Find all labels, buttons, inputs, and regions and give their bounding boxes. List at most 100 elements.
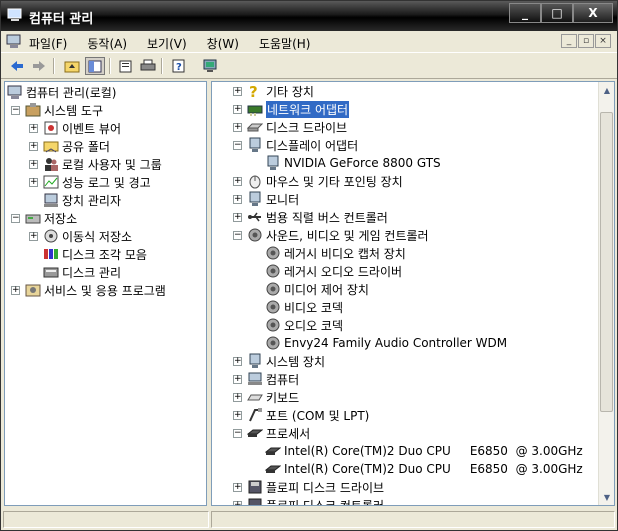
expand-performance-logs-toggle[interactable]: + — [29, 178, 38, 187]
tree-item-system-tools[interactable]: 시스템 도구 — [25, 101, 103, 119]
device-envy24-audio[interactable]: Envy24 Family Audio Controller WDM — [265, 334, 507, 352]
tree-item-local-users-groups[interactable]: 로컬 사용자 및 그룹 — [43, 155, 162, 173]
close-button[interactable]: X — [573, 3, 613, 23]
device-category-floppy-controllers[interactable]: 플로피 디스크 컨트롤러 — [247, 496, 384, 505]
title-bar[interactable]: 컴퓨터 관리 _ □ X — [1, 1, 617, 31]
event-viewer-icon — [43, 120, 59, 136]
device-video-codecs[interactable]: 비디오 코덱 — [265, 298, 343, 316]
tree-item-disk-management[interactable]: 디스크 관리 — [43, 263, 121, 281]
tree-item-performance-logs[interactable]: 성능 로그 및 경고 — [43, 173, 151, 191]
expand-system-devices-toggle[interactable]: + — [233, 357, 242, 366]
keyboard-icon — [247, 389, 263, 405]
collapse-storage-toggle[interactable]: − — [11, 214, 20, 223]
device-category-display-adapters[interactable]: 디스플레이 어댑터 — [247, 136, 358, 154]
printer-icon — [140, 59, 156, 71]
device-cpu-1[interactable]: Intel(R) Core(TM)2 Duo CPU E6850 @ 3.00G… — [265, 442, 583, 460]
expand-usb-toggle[interactable]: + — [233, 213, 242, 222]
expand-local-users-toggle[interactable]: + — [29, 160, 38, 169]
tree-item-event-viewer[interactable]: 이벤트 뷰어 — [43, 119, 121, 137]
scan-hardware-button[interactable] — [200, 57, 220, 75]
expand-ports-toggle[interactable]: + — [233, 411, 242, 420]
expand-floppy-controllers-toggle[interactable]: + — [233, 501, 242, 505]
collapse-system-tools-toggle[interactable]: − — [11, 106, 20, 115]
expand-shared-folders-toggle[interactable]: + — [29, 142, 38, 151]
device-category-processors[interactable]: 프로세서 — [247, 424, 310, 442]
users-icon — [43, 156, 59, 172]
device-media-control[interactable]: 미디어 제어 장치 — [265, 280, 369, 298]
show-hide-tree-button[interactable] — [85, 57, 105, 75]
minimize-button[interactable]: _ — [509, 3, 541, 23]
expand-monitors-toggle[interactable]: + — [233, 195, 242, 204]
expand-keyboards-toggle[interactable]: + — [233, 393, 242, 402]
usb-icon — [247, 209, 263, 225]
device-category-network-adapters[interactable]: 네트워크 어댑터 — [247, 100, 350, 118]
expand-event-viewer-toggle[interactable]: + — [29, 124, 38, 133]
expand-computer-toggle[interactable]: + — [233, 375, 242, 384]
properties-icon — [119, 60, 132, 73]
menu-file[interactable]: 파일(F) — [29, 35, 67, 52]
device-category-keyboards[interactable]: 키보드 — [247, 388, 299, 406]
tree-item-shared-folders[interactable]: 공유 폴더 — [43, 137, 110, 155]
device-category-system-devices[interactable]: 시스템 장치 — [247, 352, 325, 370]
menu-window[interactable]: 창(W) — [207, 35, 239, 52]
collapse-processors-toggle[interactable]: − — [233, 429, 242, 438]
mmc-console-icon[interactable] — [6, 34, 22, 49]
device-category-monitors[interactable]: 모니터 — [247, 190, 299, 208]
print-button[interactable] — [138, 57, 158, 75]
tree-item-storage[interactable]: 저장소 — [25, 209, 77, 227]
up-one-level-button[interactable] — [62, 57, 82, 75]
mdi-restore-button[interactable]: ▫ — [578, 34, 594, 48]
device-legacy-audio-drivers[interactable]: 레거시 오디오 드라이버 — [265, 262, 402, 280]
maximize-button[interactable]: □ — [541, 3, 573, 23]
tree-item-removable-storage[interactable]: 이동식 저장소 — [43, 227, 132, 245]
computer-icon — [7, 84, 23, 100]
device-category-floppy-drives[interactable]: 플로피 디스크 드라이브 — [247, 478, 384, 496]
console-tree-icon — [88, 60, 102, 72]
device-legacy-video-capture[interactable]: 레거시 비디오 캡처 장치 — [265, 244, 406, 262]
performance-icon — [43, 174, 59, 190]
removable-storage-icon — [43, 228, 59, 244]
vertical-scrollbar[interactable]: ▲ ▼ — [598, 82, 614, 505]
expand-removable-storage-toggle[interactable]: + — [29, 232, 38, 241]
tree-item-computer-management[interactable]: 컴퓨터 관리(로컬) — [7, 83, 116, 101]
mdi-minimize-button[interactable]: _ — [561, 34, 577, 48]
scrollbar-thumb[interactable] — [600, 112, 613, 412]
device-cpu-2[interactable]: Intel(R) Core(TM)2 Duo CPU E6850 @ 3.00G… — [265, 460, 583, 478]
device-category-ports[interactable]: 포트 (COM 및 LPT) — [247, 406, 369, 424]
scroll-up-arrow-icon[interactable]: ▲ — [599, 82, 614, 98]
device-category-computer[interactable]: 컴퓨터 — [247, 370, 299, 388]
scroll-down-arrow-icon[interactable]: ▼ — [599, 489, 614, 505]
system-tools-icon — [25, 102, 41, 118]
menu-bar: 파일(F) 동작(A) 보기(V) 창(W) 도움말(H) _ ▫ × — [1, 31, 617, 53]
back-button[interactable] — [7, 57, 27, 75]
device-audio-codecs[interactable]: 오디오 코덱 — [265, 316, 343, 334]
expand-network-adapters-toggle[interactable]: + — [233, 105, 242, 114]
expand-services-toggle[interactable]: + — [11, 286, 20, 295]
expand-disk-drives-toggle[interactable]: + — [233, 123, 242, 132]
device-tree-pane: + ? 기타 장치 + 네트워크 어댑터 + 디스크 드라이브 − 디스플레이 … — [211, 81, 615, 506]
tree-item-services-applications[interactable]: 서비스 및 응용 프로그램 — [25, 281, 166, 299]
mdi-close-button[interactable]: × — [595, 34, 611, 48]
device-nvidia-geforce[interactable]: NVIDIA GeForce 8800 GTS — [265, 154, 441, 172]
speaker-icon — [247, 227, 263, 243]
menu-action[interactable]: 동작(A) — [87, 35, 127, 52]
expand-other-devices-toggle[interactable]: + — [233, 87, 242, 96]
tree-item-device-manager[interactable]: 장치 관리자 — [43, 191, 121, 209]
device-category-other[interactable]: ? 기타 장치 — [247, 82, 314, 100]
expand-floppy-drives-toggle[interactable]: + — [233, 483, 242, 492]
menu-help[interactable]: 도움말(H) — [259, 35, 311, 52]
device-category-mice[interactable]: 마우스 및 기타 포인팅 장치 — [247, 172, 403, 190]
menu-view[interactable]: 보기(V) — [147, 35, 187, 52]
tree-item-disk-defragmenter[interactable]: 디스크 조각 모음 — [43, 245, 147, 263]
device-category-disk-drives[interactable]: 디스크 드라이브 — [247, 118, 347, 136]
port-icon — [247, 407, 263, 423]
forward-button[interactable] — [29, 57, 49, 75]
speaker-icon — [265, 245, 281, 261]
device-category-usb-controllers[interactable]: 범용 직렬 버스 컨트롤러 — [247, 208, 388, 226]
collapse-display-adapters-toggle[interactable]: − — [233, 141, 242, 150]
help-button[interactable]: ? — [169, 57, 189, 75]
collapse-sound-toggle[interactable]: − — [233, 231, 242, 240]
properties-button[interactable] — [116, 57, 136, 75]
expand-mice-toggle[interactable]: + — [233, 177, 242, 186]
device-category-sound-video-game[interactable]: 사운드, 비디오 및 게임 컨트롤러 — [247, 226, 429, 244]
